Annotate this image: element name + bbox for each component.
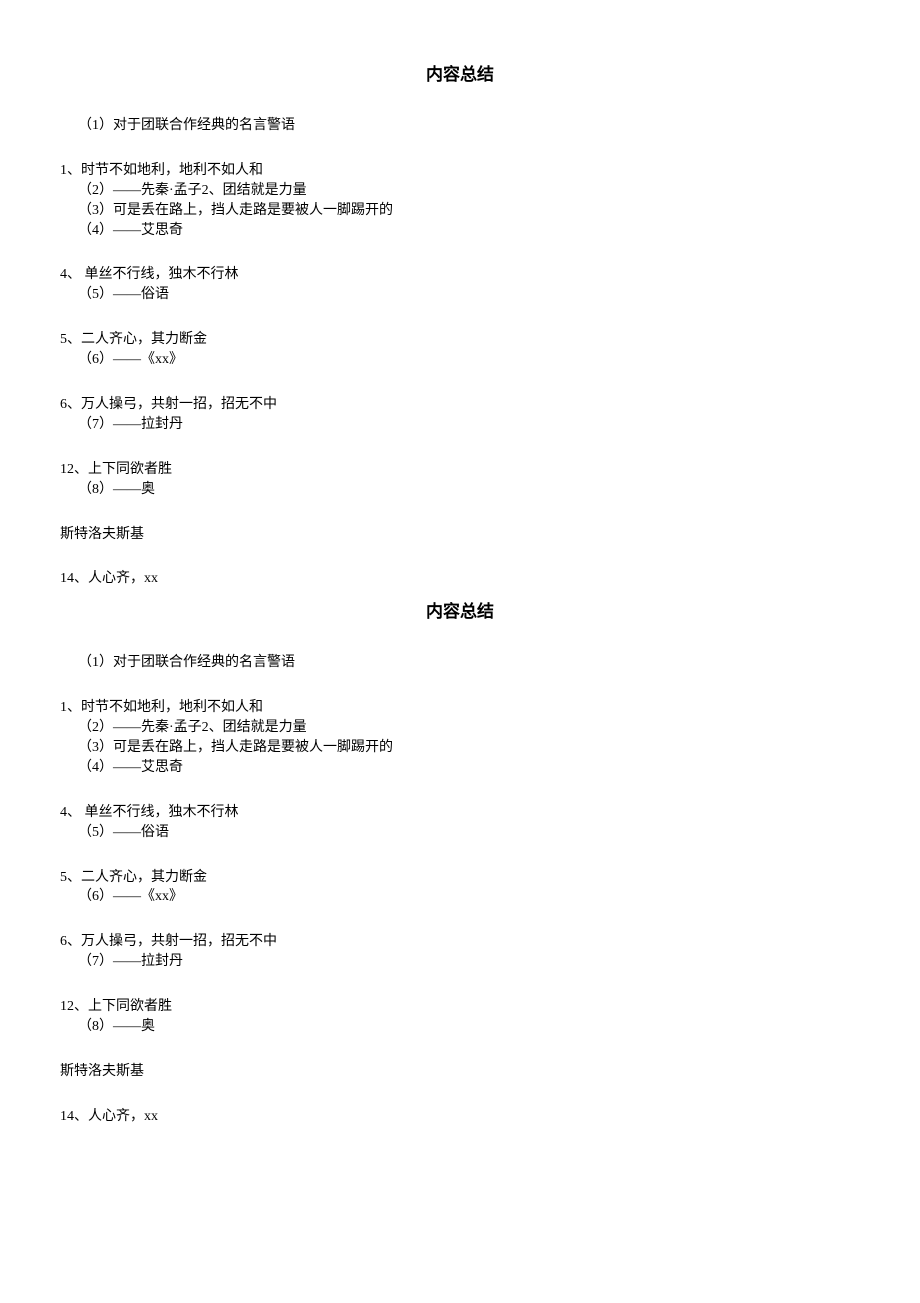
section-2: 内容总结 （1）对于团联合作经典的名言警语 1、时节不如地利，地利不如人和 （2… xyxy=(60,597,860,1126)
group-head: 1、时节不如地利，地利不如人和 xyxy=(60,162,860,181)
group-head: 1、时节不如地利，地利不如人和 xyxy=(60,699,860,718)
group-subs: （8）——奥 xyxy=(60,481,860,500)
sub-line: （8）——奥 xyxy=(78,1018,860,1037)
intro-text: （1）对于团联合作经典的名言警语 xyxy=(78,117,860,136)
sub-line: （4）——艾思奇 xyxy=(78,759,860,778)
intro-text: （1）对于团联合作经典的名言警语 xyxy=(78,654,860,673)
group-2: 4、 单丝不行线，独木不行林 （5）——俗语 xyxy=(60,804,860,843)
sub-line: （6）——《xx》 xyxy=(78,888,860,907)
tail-line-2: 14、人心齐，xx xyxy=(60,570,860,589)
group-subs: （7）——拉封丹 xyxy=(60,416,860,435)
group-1: 1、时节不如地利，地利不如人和 （2）——先秦·孟子2、团结就是力量 （3）可是… xyxy=(60,699,860,778)
group-subs: （2）——先秦·孟子2、团结就是力量 （3）可是丢在路上，挡人走路是要被人一脚踢… xyxy=(60,719,860,778)
group-3: 5、二人齐心，其力断金 （6）——《xx》 xyxy=(60,869,860,908)
group-subs: （6）——《xx》 xyxy=(60,888,860,907)
group-1: 1、时节不如地利，地利不如人和 （2）——先秦·孟子2、团结就是力量 （3）可是… xyxy=(60,162,860,241)
tail-line-2: 14、人心齐，xx xyxy=(60,1108,860,1127)
group-head: 6、万人操弓，共射一招，招无不中 xyxy=(60,933,860,952)
intro-line: （1）对于团联合作经典的名言警语 xyxy=(60,654,860,673)
group-5: 12、上下同欲者胜 （8）——奥 xyxy=(60,998,860,1037)
group-head: 6、万人操弓，共射一招，招无不中 xyxy=(60,396,860,415)
group-2: 4、 单丝不行线，独木不行林 （5）——俗语 xyxy=(60,266,860,305)
group-3: 5、二人齐心，其力断金 （6）——《xx》 xyxy=(60,331,860,370)
sub-line: （5）——俗语 xyxy=(78,286,860,305)
group-subs: （8）——奥 xyxy=(60,1018,860,1037)
group-subs: （7）——拉封丹 xyxy=(60,953,860,972)
sub-line: （3）可是丢在路上，挡人走路是要被人一脚踢开的 xyxy=(78,202,860,221)
sub-line: （3）可是丢在路上，挡人走路是要被人一脚踢开的 xyxy=(78,739,860,758)
section-title: 内容总结 xyxy=(60,597,860,622)
group-4: 6、万人操弓，共射一招，招无不中 （7）——拉封丹 xyxy=(60,396,860,435)
group-head: 5、二人齐心，其力断金 xyxy=(60,331,860,350)
tail-line-1: 斯特洛夫斯基 xyxy=(60,1063,860,1082)
group-head: 5、二人齐心，其力断金 xyxy=(60,869,860,888)
group-subs: （5）——俗语 xyxy=(60,824,860,843)
sub-line: （5）——俗语 xyxy=(78,824,860,843)
sub-line: （7）——拉封丹 xyxy=(78,953,860,972)
group-subs: （5）——俗语 xyxy=(60,286,860,305)
group-head: 12、上下同欲者胜 xyxy=(60,998,860,1017)
group-subs: （6）——《xx》 xyxy=(60,351,860,370)
group-head: 4、 单丝不行线，独木不行林 xyxy=(60,266,860,285)
sub-line: （7）——拉封丹 xyxy=(78,416,860,435)
group-5: 12、上下同欲者胜 （8）——奥 xyxy=(60,461,860,500)
intro-line: （1）对于团联合作经典的名言警语 xyxy=(60,117,860,136)
group-subs: （2）——先秦·孟子2、团结就是力量 （3）可是丢在路上，挡人走路是要被人一脚踢… xyxy=(60,182,860,241)
sub-line: （4）——艾思奇 xyxy=(78,222,860,241)
sub-line: （8）——奥 xyxy=(78,481,860,500)
sub-line: （2）——先秦·孟子2、团结就是力量 xyxy=(78,182,860,201)
section-title: 内容总结 xyxy=(60,60,860,85)
group-head: 4、 单丝不行线，独木不行林 xyxy=(60,804,860,823)
group-head: 12、上下同欲者胜 xyxy=(60,461,860,480)
tail-line-1: 斯特洛夫斯基 xyxy=(60,526,860,545)
group-4: 6、万人操弓，共射一招，招无不中 （7）——拉封丹 xyxy=(60,933,860,972)
section-1: 内容总结 （1）对于团联合作经典的名言警语 1、时节不如地利，地利不如人和 （2… xyxy=(60,60,860,589)
sub-line: （6）——《xx》 xyxy=(78,351,860,370)
sub-line: （2）——先秦·孟子2、团结就是力量 xyxy=(78,719,860,738)
